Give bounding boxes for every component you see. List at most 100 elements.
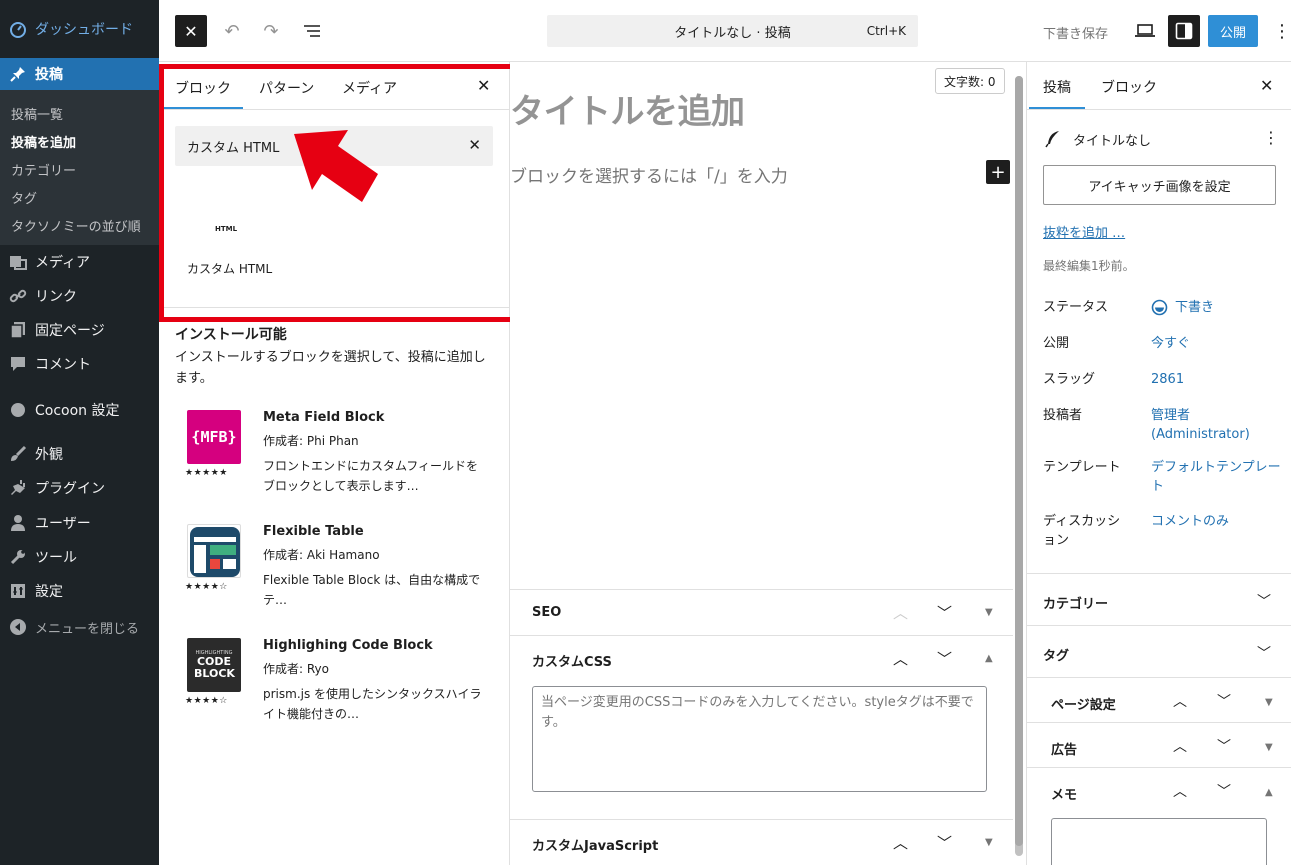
undo-button[interactable]: ↶ xyxy=(219,17,245,45)
add-excerpt-link[interactable]: 抜粋を追加 … xyxy=(1043,222,1125,241)
add-block-button[interactable]: + xyxy=(986,160,1010,184)
submenu-all-posts[interactable]: 投稿一覧 xyxy=(11,104,63,123)
toggle-panel-button[interactable]: ▼ xyxy=(985,837,993,848)
menu-links-label: リンク xyxy=(35,289,77,305)
toggle-panel-button[interactable]: ▲ xyxy=(985,653,993,664)
menu-settings[interactable]: 設定 xyxy=(0,574,159,608)
metabox-seo-title[interactable]: SEO xyxy=(532,605,561,620)
menu-dashboard[interactable]: ダッシュボード xyxy=(0,12,159,46)
tab-post[interactable]: 投稿 xyxy=(1043,77,1071,97)
submenu-add-post[interactable]: 投稿を追加 xyxy=(11,132,76,151)
set-featured-image-button[interactable]: アイキャッチ画像を設定 xyxy=(1043,165,1276,205)
post-summary: タイトルなし ⋮ xyxy=(1043,128,1283,152)
metabox-css-title[interactable]: カスタムCSS xyxy=(532,651,612,670)
slug-value[interactable]: 2861 xyxy=(1151,370,1281,389)
move-up-button[interactable]: ︿ xyxy=(893,648,908,669)
menu-users[interactable]: ユーザー xyxy=(0,506,159,540)
template-value[interactable]: デフォルトテンプレート xyxy=(1151,458,1281,496)
metabox-js-title[interactable]: カスタムJavaScript xyxy=(532,835,658,854)
tab-patterns[interactable]: パターン xyxy=(259,78,314,98)
tab-blocks[interactable]: ブロック xyxy=(175,78,231,98)
menu-media[interactable]: メディア xyxy=(0,245,159,279)
close-editor-button[interactable]: ✕ xyxy=(175,15,207,47)
discussion-value[interactable]: コメントのみ xyxy=(1151,512,1281,531)
redo-icon: ↷ xyxy=(263,20,279,42)
memo-textarea[interactable] xyxy=(1051,818,1267,865)
post-title-input[interactable]: タイトルを追加 xyxy=(510,84,745,133)
close-settings-button[interactable]: ✕ xyxy=(1260,76,1273,95)
move-down-button[interactable]: ﹀ xyxy=(1217,781,1231,801)
move-up-button[interactable]: ︿ xyxy=(893,602,908,623)
move-down-button[interactable]: ﹀ xyxy=(1217,691,1231,711)
submenu-tags[interactable]: タグ xyxy=(11,188,37,207)
quill-icon xyxy=(1045,131,1059,148)
collapse-icon xyxy=(8,617,28,637)
settings-toggle-button[interactable] xyxy=(1168,15,1200,47)
move-up-button[interactable]: ︿ xyxy=(1173,736,1187,756)
move-down-button[interactable]: ﹀ xyxy=(937,832,952,853)
menu-comments[interactable]: コメント xyxy=(0,347,159,381)
menu-collapse[interactable]: メニューを閉じる xyxy=(0,610,159,644)
clear-search-button[interactable]: ✕ xyxy=(468,136,481,154)
submenu-taxonomy-order[interactable]: タクソノミーの並び順 xyxy=(11,216,141,235)
panel-memo: メモ ︿ ﹀ ▲ xyxy=(1027,767,1291,865)
plugin-item-flexible-table[interactable]: ★★★★☆ Flexible Table 作成者: Aki Hamano Fle… xyxy=(175,524,495,624)
inserter-tabs: ブロック パターン メディア ✕ xyxy=(159,62,510,110)
custom-css-textarea[interactable] xyxy=(532,686,987,792)
metabox-custom-css: カスタムCSS ︿ ﹀ ▲ xyxy=(510,635,1013,819)
panel-title[interactable]: メモ xyxy=(1051,784,1077,803)
plugin-rating: ★★★★☆ xyxy=(185,582,228,592)
block-result-custom-html[interactable]: HTML カスタム HTML xyxy=(175,190,285,286)
panel-title[interactable]: ページ設定 xyxy=(1051,694,1116,713)
move-down-button[interactable]: ﹀ xyxy=(937,648,952,669)
toggle-panel-button[interactable]: ▼ xyxy=(1265,697,1273,708)
publish-date-value[interactable]: 今すぐ xyxy=(1151,334,1281,353)
move-down-button[interactable]: ﹀ xyxy=(1217,736,1231,756)
toggle-panel-button[interactable]: ▼ xyxy=(1265,742,1273,753)
move-down-button[interactable]: ﹀ xyxy=(937,602,952,623)
menu-links[interactable]: リンク xyxy=(0,279,159,313)
plugin-item-highlighting-code-block[interactable]: HIGHLIGHTING CODE BLOCK ★★★★☆ Highlighin… xyxy=(175,638,495,738)
document-overview-button[interactable] xyxy=(299,17,325,45)
preview-button[interactable] xyxy=(1132,18,1158,44)
panel-title[interactable]: 広告 xyxy=(1051,739,1077,758)
plugin-name: Highlighing Code Block xyxy=(263,638,433,653)
menu-appearance[interactable]: 外観 xyxy=(0,437,159,471)
redo-button[interactable]: ↷ xyxy=(258,17,284,45)
plugin-item-meta-field-block[interactable]: {MFB} ★★★★★ Meta Field Block 作成者: Phi Ph… xyxy=(175,410,495,510)
block-search-input[interactable] xyxy=(187,136,447,156)
options-button[interactable]: ⋮ xyxy=(1273,17,1291,45)
toggle-panel-button[interactable]: ▼ xyxy=(985,607,993,618)
menu-plugins[interactable]: プラグイン xyxy=(0,471,159,505)
menu-posts-label: 投稿 xyxy=(35,67,63,83)
menu-pages[interactable]: 固定ページ xyxy=(0,313,159,347)
move-up-button[interactable]: ︿ xyxy=(1173,691,1187,711)
author-value[interactable]: 管理者 (Administrator) xyxy=(1151,406,1281,444)
save-draft-button[interactable]: 下書き保存 xyxy=(1043,23,1108,42)
publish-button[interactable]: 公開 xyxy=(1208,15,1258,47)
menu-cocoon[interactable]: Cocoon 設定 xyxy=(0,393,159,427)
block-placeholder[interactable]: ブロックを選択するには「/」を入力 xyxy=(510,162,788,187)
tab-block[interactable]: ブロック xyxy=(1101,77,1157,97)
panel-tags[interactable]: タグ ﹀ xyxy=(1027,625,1291,677)
laptop-icon xyxy=(1135,24,1155,37)
more-vertical-icon[interactable]: ⋮ xyxy=(1263,128,1279,147)
tab-media[interactable]: メディア xyxy=(342,78,397,98)
menu-tools[interactable]: ツール xyxy=(0,540,159,574)
close-inserter-button[interactable]: ✕ xyxy=(477,76,490,95)
command-palette-button[interactable]: タイトルなし · 投稿 Ctrl+K xyxy=(547,15,918,47)
user-icon xyxy=(8,513,28,533)
plugin-logo: {MFB} xyxy=(187,410,241,464)
menu-posts[interactable]: 投稿 xyxy=(0,58,159,90)
menu-settings-label: 設定 xyxy=(35,584,63,600)
status-value[interactable]: 下書き xyxy=(1151,298,1281,317)
toggle-panel-button[interactable]: ▲ xyxy=(1265,787,1273,798)
canvas-scrollbar[interactable] xyxy=(1015,76,1023,846)
shortcut-hint: Ctrl+K xyxy=(866,24,906,38)
panel-categories[interactable]: カテゴリー ﹀ xyxy=(1027,573,1291,625)
chevron-down-icon: ﹀ xyxy=(1257,646,1271,662)
menu-collapse-label: メニューを閉じる xyxy=(35,621,140,637)
move-up-button[interactable]: ︿ xyxy=(893,832,908,853)
submenu-categories[interactable]: カテゴリー xyxy=(11,160,76,179)
move-up-button[interactable]: ︿ xyxy=(1173,781,1187,801)
